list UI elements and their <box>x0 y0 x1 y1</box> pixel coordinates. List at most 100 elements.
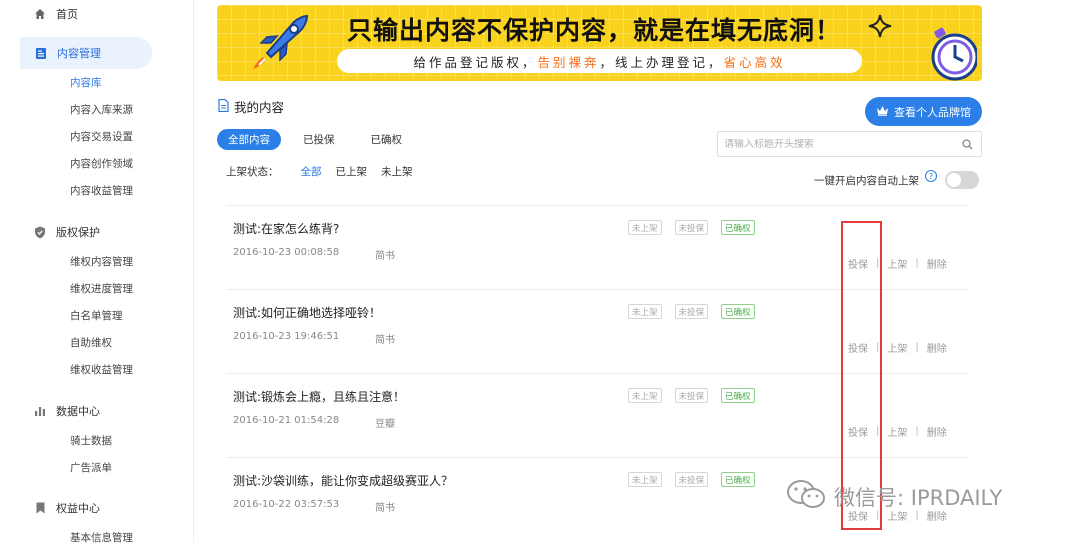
status-tags: 未上架 未投保 已确权 <box>628 472 768 487</box>
item-title[interactable]: 测试:在家怎么练背? <box>233 220 339 237</box>
delete-link[interactable]: 删除 <box>927 424 947 439</box>
bar-chart-icon <box>33 404 47 418</box>
sidebar-item-rights-revenue[interactable]: 维权收益管理 <box>0 356 194 383</box>
status-badge: 未上架 <box>628 388 662 403</box>
item-title[interactable]: 测试:沙袋训练，能让你变成超级赛亚人？ <box>233 472 453 489</box>
nav-data-label: 数据中心 <box>56 405 100 418</box>
item-date: 2016-10-21 01:54:28 <box>233 415 340 426</box>
tab-confirmed[interactable]: 已确权 <box>357 129 417 150</box>
nav-home-label: 首页 <box>56 7 78 21</box>
status-tags: 未上架 未投保 已确权 <box>628 304 768 319</box>
status-badge: 未投保 <box>674 220 709 235</box>
nav-copyright-label: 版权保护 <box>56 226 100 239</box>
sidebar-item-content-revenue[interactable]: 内容收益管理 <box>0 177 194 204</box>
status-badge: 已确权 <box>721 220 755 235</box>
banner-pill-highlight-1: 告别裸奔 <box>537 54 600 70</box>
page-title-text: 我的内容 <box>234 100 285 115</box>
filter-label: 上架状态： <box>226 166 279 178</box>
status-tags: 未上架 未投保 已确权 <box>628 220 768 235</box>
document-icon <box>34 46 48 60</box>
sidebar-item-self-rights[interactable]: 自助维权 <box>0 329 194 356</box>
banner-pill-text-2: ，线上办理登记， <box>599 54 724 70</box>
list-link[interactable]: 上架 <box>887 424 907 439</box>
view-brand-hall-label: 查看个人品牌馆 <box>894 105 971 119</box>
status-tags: 未上架 未投保 已确权 <box>628 388 768 403</box>
status-badge: 未投保 <box>674 304 709 319</box>
list-link[interactable]: 上架 <box>887 340 907 355</box>
banner-subtitle-pill: 给作品登记版权， 告别裸奔 ，线上办理登记， 省心高效 <box>337 49 862 73</box>
list-link[interactable]: 上架 <box>887 256 907 271</box>
search-icon[interactable] <box>962 139 973 153</box>
nav-group-home: 首页 <box>0 0 194 27</box>
sidebar-item-rights-progress[interactable]: 维权进度管理 <box>0 275 194 302</box>
nav-benefits-center[interactable]: 权益中心 <box>0 492 194 524</box>
sidebar-item-whitelist[interactable]: 白名单管理 <box>0 302 194 329</box>
sidebar-item-rights-content[interactable]: 维权内容管理 <box>0 248 194 275</box>
tab-all-content[interactable]: 全部内容 <box>217 129 281 150</box>
delete-link[interactable]: 删除 <box>927 340 947 355</box>
nav-content-label: 内容管理 <box>57 47 101 60</box>
status-badge: 未上架 <box>628 472 662 487</box>
sparkle-icon <box>867 13 893 42</box>
item-date: 2016-10-22 03:57:53 <box>233 499 340 510</box>
banner-pill-highlight-2: 省心高效 <box>723 54 786 70</box>
nav-data-center[interactable]: 数据中心 <box>0 395 194 427</box>
shield-icon <box>33 225 47 239</box>
watermark-text: 微信号: IPRDAILY <box>834 485 1003 510</box>
view-brand-hall-button[interactable]: 查看个人品牌馆 <box>865 97 982 126</box>
nav-copyright-protection[interactable]: 版权保护 <box>0 216 194 248</box>
nav-benefits-label: 权益中心 <box>56 502 100 515</box>
item-source: 简书 <box>375 251 395 262</box>
sidebar-item-content-source[interactable]: 内容入库来源 <box>0 96 194 123</box>
status-badge: 未上架 <box>628 304 662 319</box>
watermark: 微信号: IPRDAILY <box>786 479 1002 514</box>
page-title: 我的内容 <box>218 97 284 116</box>
item-title[interactable]: 测试:锻炼会上瘾，且练且注意！ <box>233 388 405 405</box>
search-field[interactable] <box>717 131 982 157</box>
sidebar-item-knight-data[interactable]: 骑士数据 <box>0 427 194 454</box>
banner-pill-text-1: 给作品登记版权， <box>413 54 538 70</box>
nav-group-benefits: 权益中心 基本信息管理 <box>0 492 194 543</box>
crown-icon <box>876 105 889 119</box>
filter-option-unlisted[interactable]: 未上架 <box>381 164 413 179</box>
bookmark-icon <box>33 501 47 515</box>
nav-content-management[interactable]: 内容管理 <box>20 37 152 69</box>
nav-home[interactable]: 首页 <box>0 0 194 27</box>
tab-insured[interactable]: 已投保 <box>289 129 349 150</box>
item-title[interactable]: 测试:如何正确地选择哑铃！ <box>233 304 381 321</box>
home-icon <box>33 7 47 21</box>
status-badge: 未投保 <box>674 472 709 487</box>
banner-title: 只输出内容不保护内容，就是在填无底洞！ <box>347 16 842 45</box>
auto-shelf-label: 一键开启内容自动上架 <box>814 174 919 187</box>
auto-shelf-setting: 一键开启内容自动上架 ? <box>814 170 979 189</box>
nav-group-content: 内容管理 内容库 内容入库来源 内容交易设置 内容创作领域 内容收益管理 <box>0 37 194 204</box>
rocket-icon <box>249 13 311 74</box>
sidebar-item-content-library[interactable]: 内容库 <box>0 69 194 96</box>
status-badge: 已确权 <box>721 388 755 403</box>
promo-banner[interactable]: 只输出内容不保护内容，就是在填无底洞！ 给作品登记版权， 告别裸奔 ，线上办理登… <box>217 5 982 81</box>
auto-shelf-toggle[interactable] <box>945 171 979 189</box>
status-badge: 未投保 <box>674 388 709 403</box>
search-input[interactable] <box>724 138 954 150</box>
filter-option-listed[interactable]: 已上架 <box>336 164 368 179</box>
item-source: 简书 <box>375 335 395 346</box>
filter-option-all[interactable]: 全部 <box>301 164 322 179</box>
file-icon <box>218 98 229 115</box>
status-badge: 已确权 <box>721 304 755 319</box>
sidebar-item-basic-info[interactable]: 基本信息管理 <box>0 524 194 543</box>
item-date: 2016-10-23 00:08:58 <box>233 247 340 258</box>
help-icon[interactable]: ? <box>925 170 937 182</box>
item-source: 豆瓣 <box>375 419 395 430</box>
status-badge: 未上架 <box>628 220 662 235</box>
nav-group-copyright: 版权保护 维权内容管理 维权进度管理 白名单管理 自助维权 维权收益管理 <box>0 216 194 383</box>
status-badge: 已确权 <box>721 472 755 487</box>
sidebar-item-content-trade[interactable]: 内容交易设置 <box>0 123 194 150</box>
sidebar-item-ad-dispatch[interactable]: 广告派单 <box>0 454 194 481</box>
wechat-icon <box>786 479 826 514</box>
item-source: 简书 <box>375 503 395 514</box>
alarm-clock-icon <box>929 23 979 81</box>
shelf-status-filter: 上架状态： 全部 已上架 未上架 <box>226 164 427 179</box>
sidebar: 首页 内容管理 内容库 内容入库来源 内容交易设置 内容创作领域 内容收益管理 … <box>0 0 194 543</box>
delete-link[interactable]: 删除 <box>927 256 947 271</box>
sidebar-item-content-domain[interactable]: 内容创作领域 <box>0 150 194 177</box>
